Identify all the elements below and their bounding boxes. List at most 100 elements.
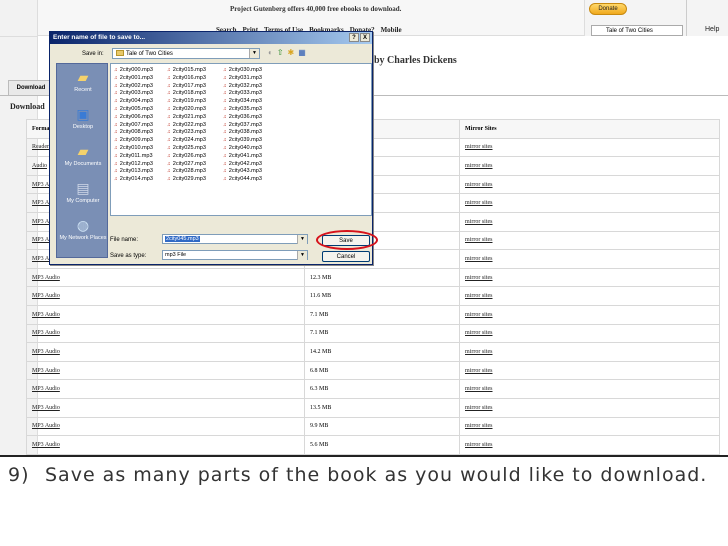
mirror-link[interactable]: mirror sites xyxy=(465,442,493,448)
format-link[interactable]: MP3 A xyxy=(32,256,49,262)
format-link[interactable]: MP3 A xyxy=(32,200,49,206)
tab-download[interactable]: Download xyxy=(8,80,54,95)
file-item[interactable]: 2city006.mp3 xyxy=(114,114,153,122)
file-item[interactable]: 2city040.mp3 xyxy=(223,145,262,153)
format-link[interactable]: MP3 Audio xyxy=(32,275,60,281)
place-my-computer[interactable]: ▤ My Computer xyxy=(57,180,109,205)
help-button[interactable]: ? xyxy=(349,33,359,42)
mirror-link[interactable]: mirror sites xyxy=(465,405,493,411)
file-item[interactable]: 2city016.mp3 xyxy=(167,75,206,83)
format-link[interactable]: MP3 A xyxy=(32,219,49,225)
view-menu-icon[interactable]: ▦ xyxy=(298,48,306,58)
format-link[interactable]: MP3 Audio xyxy=(32,405,60,411)
format-link[interactable]: MP3 Audio xyxy=(32,349,60,355)
mirror-link[interactable]: mirror sites xyxy=(465,163,493,169)
format-link[interactable]: Audio xyxy=(32,163,47,169)
mirror-link[interactable]: mirror sites xyxy=(465,293,493,299)
file-item[interactable]: 2city036.mp3 xyxy=(223,114,262,122)
search-input[interactable]: Tale of Two Cities xyxy=(591,25,683,36)
mirror-link[interactable]: mirror sites xyxy=(465,144,493,150)
format-link[interactable]: MP3 Audio xyxy=(32,368,60,374)
mirror-link[interactable]: mirror sites xyxy=(465,237,493,243)
save-type-select[interactable]: mp3 File ▼ xyxy=(162,250,308,260)
mirror-link[interactable]: mirror sites xyxy=(465,368,493,374)
file-item[interactable]: 2city030.mp3 xyxy=(223,67,262,75)
place-recent[interactable]: ▰ Recent xyxy=(57,69,109,94)
file-item[interactable]: 2city043.mp3 xyxy=(223,168,262,176)
file-item[interactable]: 2city001.mp3 xyxy=(114,75,153,83)
file-item[interactable]: 2city032.mp3 xyxy=(223,83,262,91)
file-item[interactable]: 2city019.mp3 xyxy=(167,98,206,106)
close-button[interactable]: X xyxy=(360,33,370,42)
mirror-link[interactable]: mirror sites xyxy=(465,219,493,225)
place-network[interactable]: ◍ My Network Places xyxy=(57,217,109,242)
file-item[interactable]: 2city003.mp3 xyxy=(114,90,153,98)
mirror-link[interactable]: mirror sites xyxy=(465,200,493,206)
file-item[interactable]: 2city015.mp3 xyxy=(167,67,206,75)
format-link[interactable]: MP3 A xyxy=(32,182,49,188)
nav-mobile[interactable]: Mobile xyxy=(381,26,402,34)
format-link[interactable]: MP3 A xyxy=(32,237,49,243)
file-item[interactable]: 2city026.mp3 xyxy=(167,153,206,161)
file-item[interactable]: 2city029.mp3 xyxy=(167,176,206,184)
mirror-link[interactable]: mirror sites xyxy=(465,423,493,429)
file-item[interactable]: 2city028.mp3 xyxy=(167,168,206,176)
chevron-down-icon[interactable]: ▼ xyxy=(249,49,259,58)
file-item[interactable]: 2city002.mp3 xyxy=(114,83,153,91)
file-item[interactable]: 2city020.mp3 xyxy=(167,106,206,114)
mirror-link[interactable]: mirror sites xyxy=(465,386,493,392)
mirror-link[interactable]: mirror sites xyxy=(465,312,493,318)
file-item[interactable]: 2city025.mp3 xyxy=(167,145,206,153)
file-item[interactable]: 2city027.mp3 xyxy=(167,161,206,169)
format-link[interactable]: MP3 Audio xyxy=(32,386,60,392)
file-item[interactable]: 2city031.mp3 xyxy=(223,75,262,83)
file-item[interactable]: 2city017.mp3 xyxy=(167,83,206,91)
file-item[interactable]: 2city041.mp3 xyxy=(223,153,262,161)
file-item[interactable]: 2city033.mp3 xyxy=(223,90,262,98)
place-desktop[interactable]: ▣ Desktop xyxy=(57,106,109,131)
file-item[interactable]: 2city035.mp3 xyxy=(223,106,262,114)
file-item[interactable]: 2city018.mp3 xyxy=(167,90,206,98)
file-item[interactable]: 2city009.mp3 xyxy=(114,137,153,145)
file-item[interactable]: 2city042.mp3 xyxy=(223,161,262,169)
file-item[interactable]: 2city007.mp3 xyxy=(114,122,153,130)
donate-button[interactable]: Donate xyxy=(589,3,627,15)
file-item[interactable]: 2city014.mp3 xyxy=(114,176,153,184)
format-link[interactable]: MP3 Audio xyxy=(32,312,60,318)
file-item[interactable]: 2city012.mp3 xyxy=(114,161,153,169)
mirror-link[interactable]: mirror sites xyxy=(465,182,493,188)
file-item[interactable]: 2city000.mp3 xyxy=(114,67,153,75)
save-in-select[interactable]: Tale of Two Cities ▼ xyxy=(112,48,260,59)
file-item[interactable]: 2city023.mp3 xyxy=(167,129,206,137)
format-link[interactable]: MP3 Audio xyxy=(32,423,60,429)
file-item[interactable]: 2city021.mp3 xyxy=(167,114,206,122)
new-folder-icon[interactable]: ✱ xyxy=(288,48,295,58)
file-item[interactable]: 2city039.mp3 xyxy=(223,137,262,145)
place-my-documents[interactable]: ▰ My Documents xyxy=(57,143,109,168)
mirror-link[interactable]: mirror sites xyxy=(465,349,493,355)
up-folder-icon[interactable]: ⇧ xyxy=(277,48,284,58)
mirror-link[interactable]: mirror sites xyxy=(465,256,493,262)
format-link[interactable]: MP3 Audio xyxy=(32,442,60,448)
mirror-link[interactable]: mirror sites xyxy=(465,275,493,281)
file-item[interactable]: 2city034.mp3 xyxy=(223,98,262,106)
cancel-button[interactable]: Cancel xyxy=(322,251,370,262)
format-link[interactable]: MP3 Audio xyxy=(32,330,60,336)
chevron-down-icon[interactable]: ▼ xyxy=(297,251,307,260)
file-item[interactable]: 2city024.mp3 xyxy=(167,137,206,145)
file-item[interactable]: 2city005.mp3 xyxy=(114,106,153,114)
help-link[interactable]: Help xyxy=(705,26,719,33)
back-icon[interactable]: ◐ xyxy=(268,48,273,58)
file-item[interactable]: 2city008.mp3 xyxy=(114,129,153,137)
mirror-link[interactable]: mirror sites xyxy=(465,330,493,336)
file-item[interactable]: 2city013.mp3 xyxy=(114,168,153,176)
file-name-input[interactable]: 2city045.mp3 ▼ xyxy=(162,234,308,244)
file-item[interactable]: 2city011.mp3 xyxy=(114,153,153,161)
file-item[interactable]: 2city022.mp3 xyxy=(167,122,206,130)
file-item[interactable]: 2city037.mp3 xyxy=(223,122,262,130)
file-item[interactable]: 2city038.mp3 xyxy=(223,129,262,137)
file-item[interactable]: 2city044.mp3 xyxy=(223,176,262,184)
file-item[interactable]: 2city004.mp3 xyxy=(114,98,153,106)
chevron-down-icon[interactable]: ▼ xyxy=(297,235,307,244)
format-link[interactable]: MP3 Audio xyxy=(32,293,60,299)
